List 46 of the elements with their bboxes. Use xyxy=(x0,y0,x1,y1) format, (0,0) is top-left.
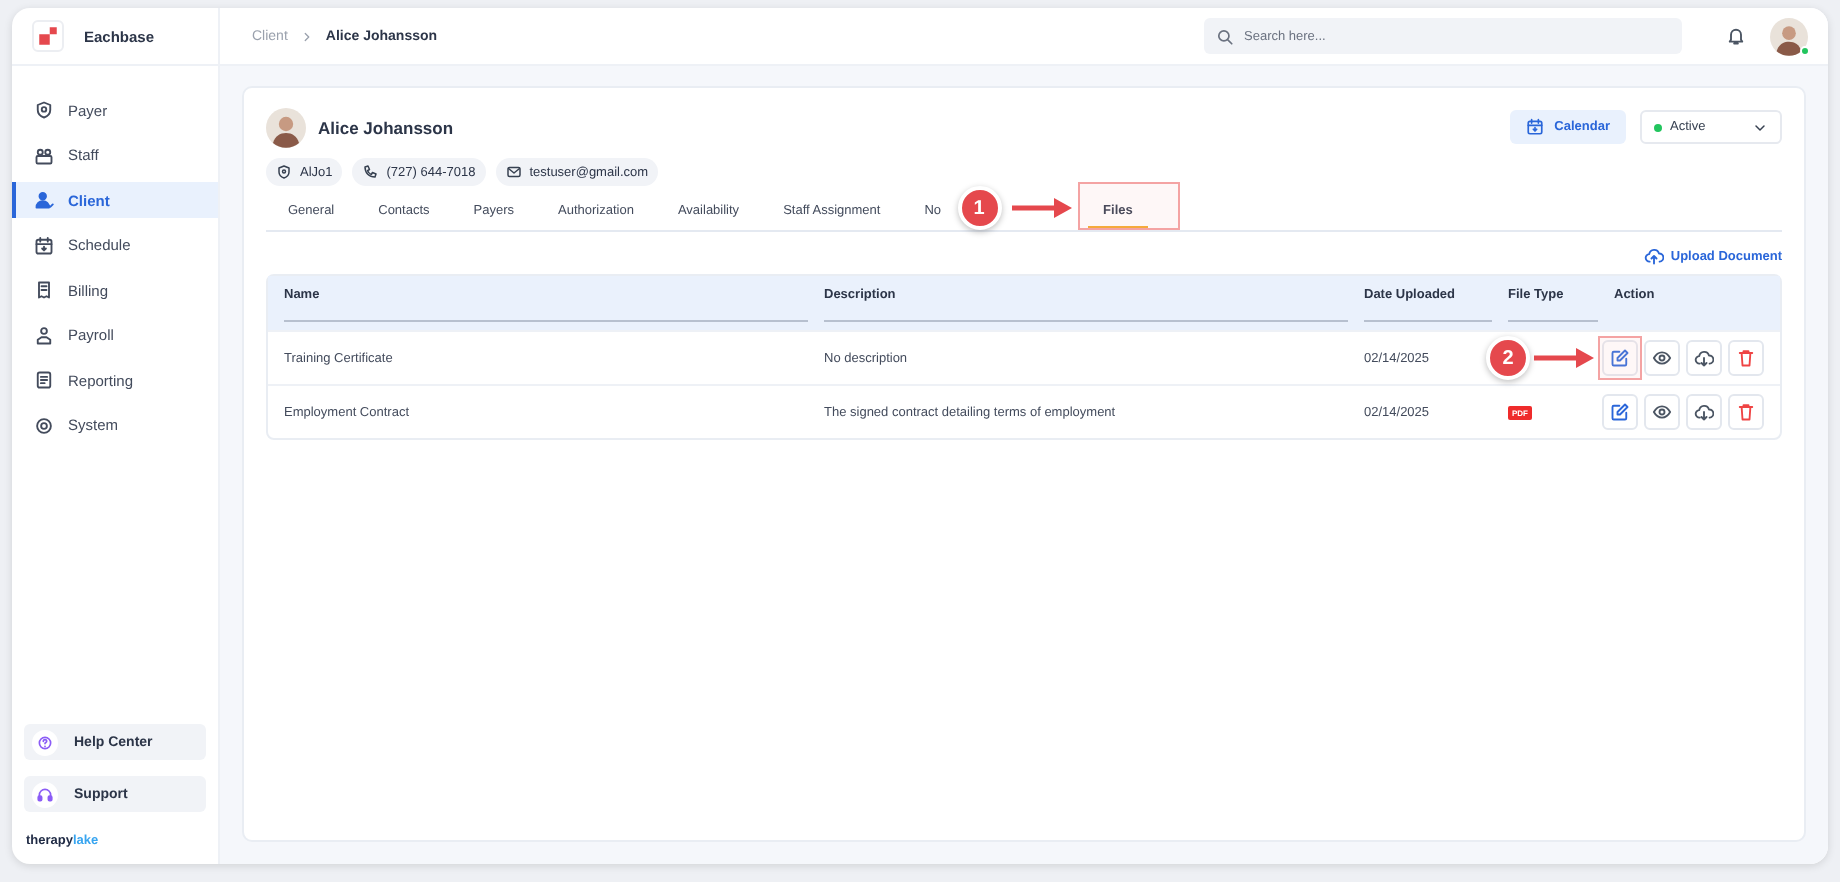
edit-icon xyxy=(1610,402,1630,422)
delete-icon xyxy=(1736,402,1756,422)
eye-icon xyxy=(1652,348,1672,368)
document-icon xyxy=(34,370,54,390)
delete-icon xyxy=(1736,348,1756,368)
calendar-icon xyxy=(1526,118,1545,136)
chevron-down-icon xyxy=(1752,119,1768,135)
step-badge: 1 xyxy=(957,186,1002,230)
client-name: Alice Johansson xyxy=(318,118,454,138)
user-icon xyxy=(34,190,54,210)
calendar-icon xyxy=(34,235,54,255)
arrow xyxy=(1011,198,1072,218)
edit-button[interactable] xyxy=(1602,394,1638,430)
edit-button[interactable] xyxy=(1602,340,1638,376)
delete-button[interactable] xyxy=(1728,394,1764,430)
edit-icon xyxy=(1610,348,1630,368)
headset-icon xyxy=(36,785,54,803)
shield-icon xyxy=(276,164,292,180)
shield-icon xyxy=(34,100,54,120)
eye-icon xyxy=(1652,402,1672,422)
logo-icon xyxy=(34,22,62,50)
chevron-right-icon xyxy=(299,29,314,43)
phone-icon xyxy=(362,164,379,180)
highlight-box xyxy=(1598,336,1642,380)
search-icon xyxy=(1216,27,1234,45)
download-button[interactable] xyxy=(1686,394,1722,430)
group-icon xyxy=(34,145,54,165)
arrow xyxy=(1534,348,1594,368)
receipt-icon xyxy=(34,280,54,300)
download-icon xyxy=(1694,402,1714,422)
settings-icon xyxy=(34,415,54,435)
bell-icon xyxy=(1726,26,1746,46)
help-icon xyxy=(36,733,54,751)
view-button[interactable] xyxy=(1644,340,1680,376)
step-badge: 2 xyxy=(1486,336,1530,380)
mail-icon xyxy=(505,164,522,180)
upload-icon xyxy=(1644,246,1665,266)
delete-button[interactable] xyxy=(1728,340,1764,376)
download-button[interactable] xyxy=(1686,340,1722,376)
view-button[interactable] xyxy=(1644,394,1680,430)
avatar xyxy=(1770,17,1808,55)
person-icon xyxy=(34,325,54,345)
online-dot xyxy=(1800,45,1810,55)
avatar xyxy=(266,108,306,148)
download-icon xyxy=(1694,348,1714,368)
highlight-box xyxy=(1077,182,1180,230)
